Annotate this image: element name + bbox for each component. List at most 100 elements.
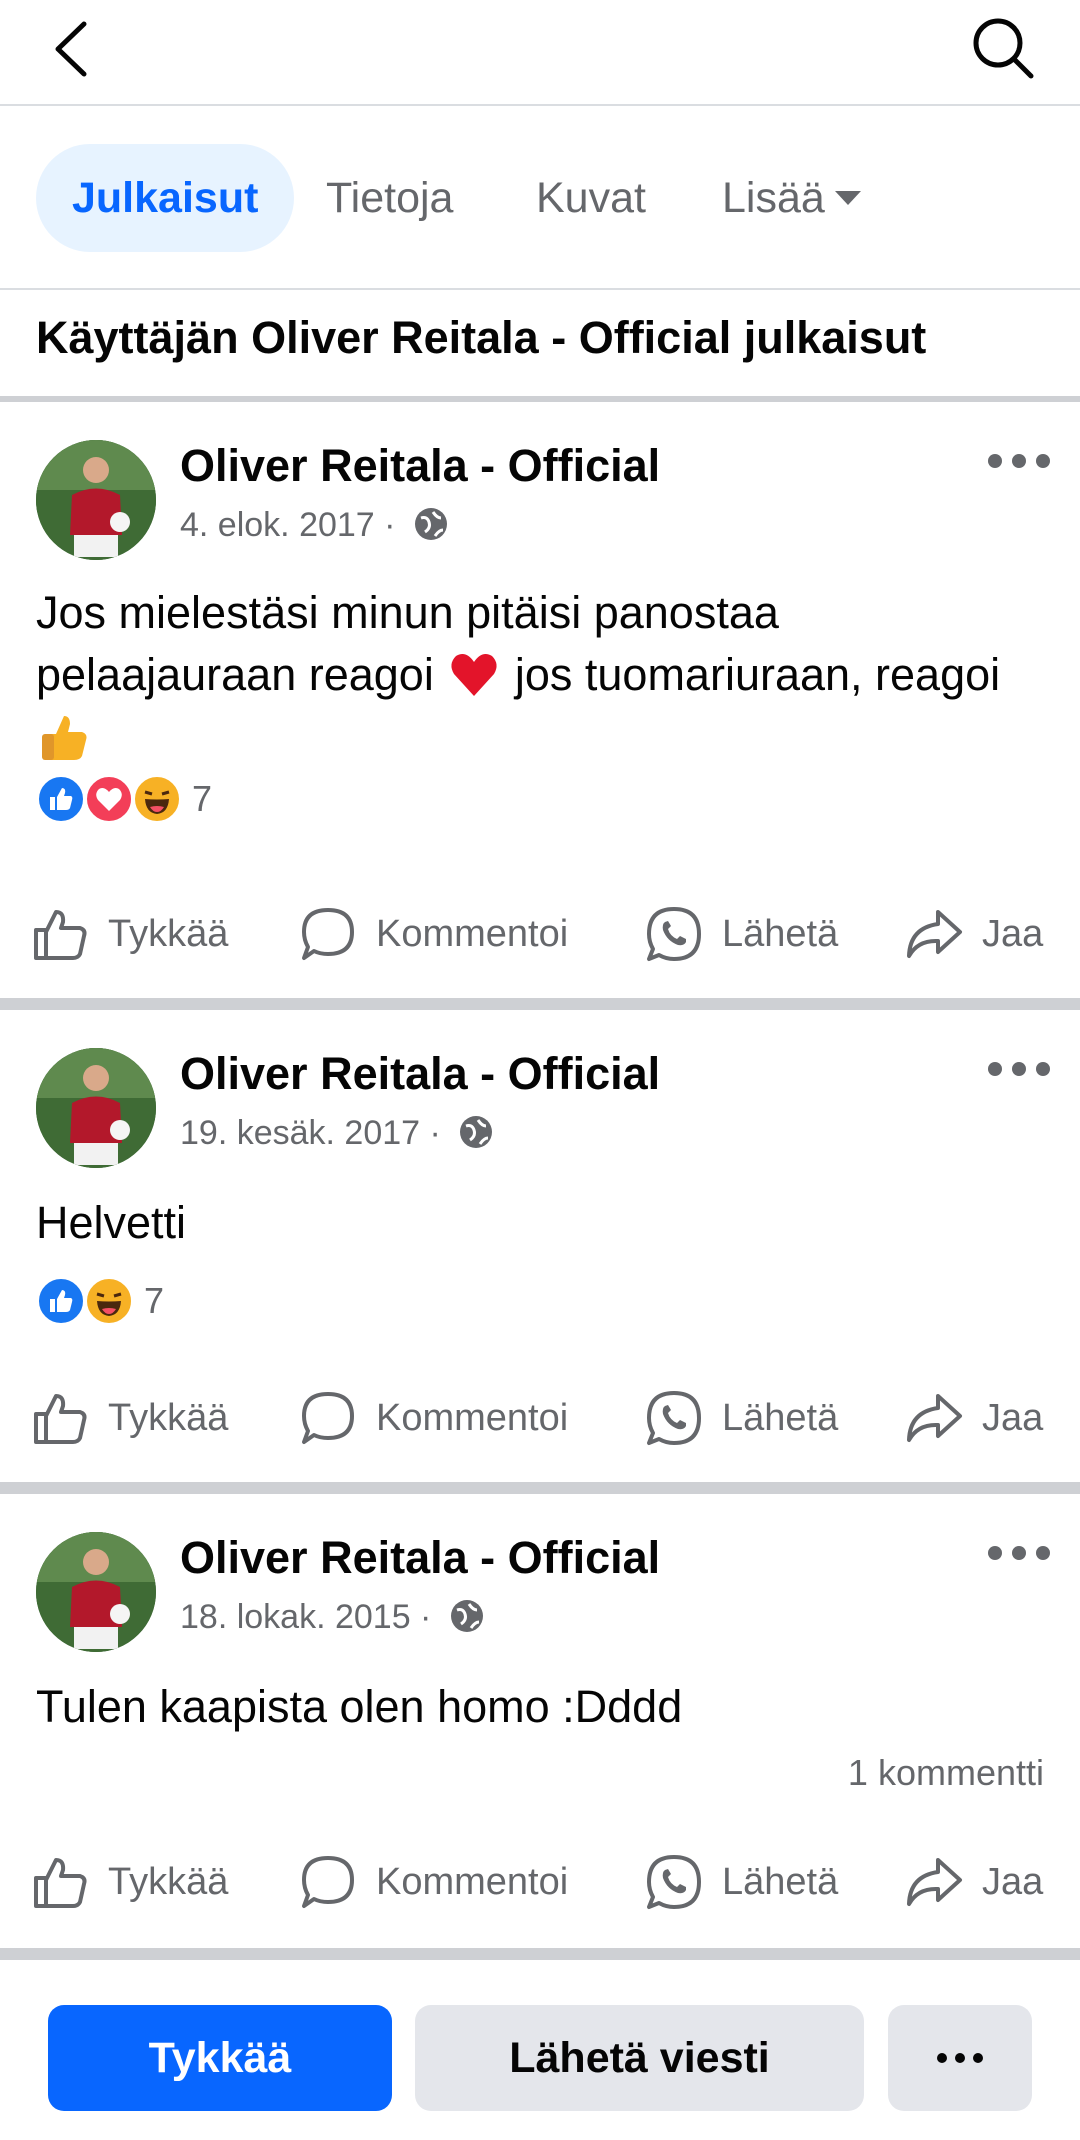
share-label: Jaa [982, 912, 1044, 955]
share-label: Jaa [982, 1860, 1044, 1903]
send-label: Lähetä [722, 1396, 839, 1439]
tab-more[interactable]: Lisää [722, 144, 861, 252]
more-dots-icon [955, 2053, 965, 2063]
share-arrow-icon [907, 910, 962, 958]
more-button[interactable] [888, 2005, 1032, 2111]
post-author[interactable]: Oliver Reitala - Official [180, 440, 660, 492]
thumbs-up-emoji-icon [42, 716, 87, 761]
share-arrow-icon [907, 1394, 962, 1442]
back-button[interactable] [40, 14, 110, 84]
comment-button[interactable]: Kommentoi [298, 1842, 568, 1922]
post-divider [0, 1948, 1080, 1960]
send-button[interactable]: Lähetä [644, 894, 838, 974]
back-arrow-icon [55, 21, 87, 77]
share-button[interactable]: Jaa [904, 1378, 1043, 1458]
comment-button[interactable]: Kommentoi [298, 894, 568, 974]
avatar-photo [36, 440, 156, 560]
send-label: Lähetä [722, 1860, 839, 1903]
send-label: Lähetä [722, 912, 839, 955]
search-button[interactable] [965, 10, 1041, 86]
post-text: Jos mielestäsi minun pitäisi panostaa pe… [36, 582, 1046, 768]
comment-button[interactable]: Kommentoi [298, 1378, 568, 1458]
caret-down-icon [834, 190, 861, 205]
send-message-button[interactable]: Lähetä viesti [415, 2005, 864, 2111]
like-label: Tykkää [108, 1396, 229, 1439]
post-text-part: jos tuomariuraan, reagoi [514, 649, 1001, 700]
post-meta: 4. elok. 2017 · [180, 506, 449, 545]
reaction-summary[interactable]: 7 [36, 774, 256, 824]
red-heart-emoji-icon [451, 654, 497, 697]
search-icon [973, 18, 1034, 79]
like-button[interactable]: Tykkää [30, 1378, 228, 1458]
page-like-button[interactable]: Tykkää [48, 2005, 392, 2111]
thumbs-up-icon [34, 1394, 87, 1444]
post-text: Tulen kaapista olen homo :Dddd [36, 1681, 683, 1732]
thumbs-up-icon [34, 910, 87, 960]
avatar[interactable] [36, 1532, 156, 1652]
avatar-photo [36, 1048, 156, 1168]
tab-posts[interactable]: Julkaisut [36, 144, 295, 252]
post-date[interactable]: 4. elok. 2017 · [180, 506, 395, 544]
top-bar [0, 0, 1080, 106]
section-title: Käyttäjän Oliver Reitala - Official julk… [36, 312, 927, 363]
send-button[interactable]: Lähetä [644, 1378, 838, 1458]
globe-icon [450, 1600, 483, 1633]
like-label: Tykkää [108, 1860, 229, 1903]
share-button[interactable]: Jaa [904, 894, 1043, 974]
post-meta: 18. lokak. 2015 · [180, 1598, 485, 1637]
like-label: Tykkää [108, 912, 229, 955]
reaction-summary[interactable]: 7 [36, 1276, 196, 1326]
post-date[interactable]: 19. kesäk. 2017 · [180, 1114, 441, 1152]
post-date[interactable]: 18. lokak. 2015 · [180, 1598, 431, 1636]
avatar[interactable] [36, 440, 156, 560]
whatsapp-icon [647, 907, 701, 961]
more-options-icon[interactable] [988, 1542, 1050, 1566]
comment-bubble-icon [302, 908, 354, 960]
thumbs-up-icon [34, 1858, 87, 1908]
tab-photos[interactable]: Kuvat [536, 144, 646, 252]
like-reaction-icon [36, 774, 86, 824]
share-label: Jaa [982, 1396, 1044, 1439]
avatar-photo [36, 1532, 156, 1652]
share-button[interactable]: Jaa [904, 1842, 1043, 1922]
reaction-count: 7 [192, 778, 213, 819]
globe-icon [460, 1116, 493, 1149]
more-options-icon[interactable] [988, 1058, 1050, 1082]
post-actions: Tykkää Kommentoi Lähetä Jaa [0, 1842, 1080, 1922]
comment-label: Kommentoi [376, 1396, 569, 1439]
post-text: Helvetti [36, 1197, 187, 1248]
tab-more-label: Lisää [722, 174, 825, 222]
more-dots-icon [973, 2053, 983, 2063]
post: Oliver Reitala - Official 19. kesäk. 201… [0, 1010, 1080, 1484]
love-reaction-icon [84, 774, 134, 824]
post-meta: 19. kesäk. 2017 · [180, 1114, 494, 1153]
share-arrow-icon [907, 1858, 962, 1906]
post-divider [0, 998, 1080, 1010]
post-actions: Tykkää Kommentoi Lähetä Jaa [0, 894, 1080, 974]
whatsapp-icon [647, 1391, 701, 1445]
post: Oliver Reitala - Official 4. elok. 2017 … [0, 402, 1080, 1002]
bottom-action-bar: Tykkää Lähetä viesti [0, 1960, 1080, 2140]
haha-reaction-icon [84, 1276, 134, 1326]
haha-reaction-icon [132, 774, 182, 824]
like-button[interactable]: Tykkää [30, 894, 228, 974]
globe-icon [414, 508, 447, 541]
post-author[interactable]: Oliver Reitala - Official [180, 1532, 660, 1584]
tab-about[interactable]: Tietoja [326, 144, 453, 252]
like-button[interactable]: Tykkää [30, 1842, 228, 1922]
whatsapp-icon [647, 1855, 701, 1909]
send-button[interactable]: Lähetä [644, 1842, 838, 1922]
post-divider [0, 1482, 1080, 1494]
more-dots-icon [937, 2053, 947, 2063]
comment-label: Kommentoi [376, 912, 569, 955]
comment-bubble-icon [302, 1856, 354, 1908]
post-author[interactable]: Oliver Reitala - Official [180, 1048, 660, 1100]
more-options-icon[interactable] [988, 450, 1050, 474]
like-reaction-icon [36, 1276, 86, 1326]
comment-bubble-icon [302, 1392, 354, 1444]
comment-count[interactable]: 1 kommentti [848, 1752, 1044, 1794]
post-actions: Tykkää Kommentoi Lähetä Jaa [0, 1378, 1080, 1458]
avatar[interactable] [36, 1048, 156, 1168]
comment-label: Kommentoi [376, 1860, 569, 1903]
profile-tabs: Julkaisut Tietoja Kuvat Lisää [0, 106, 1080, 290]
